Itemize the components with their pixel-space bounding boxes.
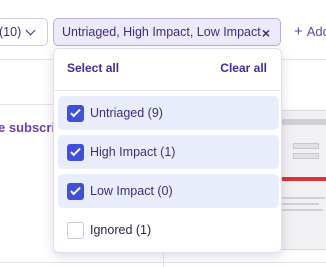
dropdown-actions: Select all Clear all <box>54 49 281 91</box>
chevron-down-icon <box>25 25 36 35</box>
add-filter-label: Add <box>306 24 326 39</box>
thumbnail-text-line <box>281 197 325 199</box>
checkbox-checked-icon[interactable] <box>67 104 84 122</box>
impact-filter-dropdown: Select all Clear all Untriaged (9) High … <box>53 48 282 253</box>
content-bottom-border <box>0 262 326 263</box>
close-icon[interactable]: × <box>262 25 270 41</box>
thumbnail-text-line <box>281 209 323 211</box>
checkbox-empty-icon[interactable] <box>67 221 84 239</box>
thumbnail-field <box>293 153 319 159</box>
option-label: Low Impact (0) <box>90 184 173 198</box>
thumbnail-text-line <box>281 203 319 205</box>
thumbnail-field <box>293 143 319 149</box>
option-label: High Impact (1) <box>90 145 176 159</box>
option-untriaged[interactable]: Untriaged (9) <box>58 96 279 130</box>
count-filter-label: (10) <box>0 25 22 39</box>
thumbnail-header <box>281 119 326 125</box>
option-label: Ignored (1) <box>90 223 152 237</box>
content-divider <box>0 104 60 105</box>
count-filter-chip[interactable]: (10) <box>0 18 48 46</box>
option-low-impact[interactable]: Low Impact (0) <box>58 174 279 208</box>
background-heading[interactable]: e subscri <box>0 120 55 135</box>
thumbnail-error-bar <box>281 177 326 181</box>
impact-filter-label: Untriaged, High Impact, Low Impact <box>62 25 261 39</box>
option-high-impact[interactable]: High Impact (1) <box>58 135 279 169</box>
clear-all-button[interactable]: Clear all <box>220 61 267 75</box>
checkbox-checked-icon[interactable] <box>67 182 84 200</box>
impact-filter-chip[interactable]: Untriaged, High Impact, Low Impact × <box>53 18 281 46</box>
plus-icon: + <box>294 23 303 40</box>
checkbox-checked-icon[interactable] <box>67 143 84 161</box>
option-label: Untriaged (9) <box>90 106 163 120</box>
select-all-button[interactable]: Select all <box>67 61 119 75</box>
add-filter-button[interactable]: +Add <box>294 23 326 40</box>
option-ignored[interactable]: Ignored (1) <box>58 213 279 247</box>
